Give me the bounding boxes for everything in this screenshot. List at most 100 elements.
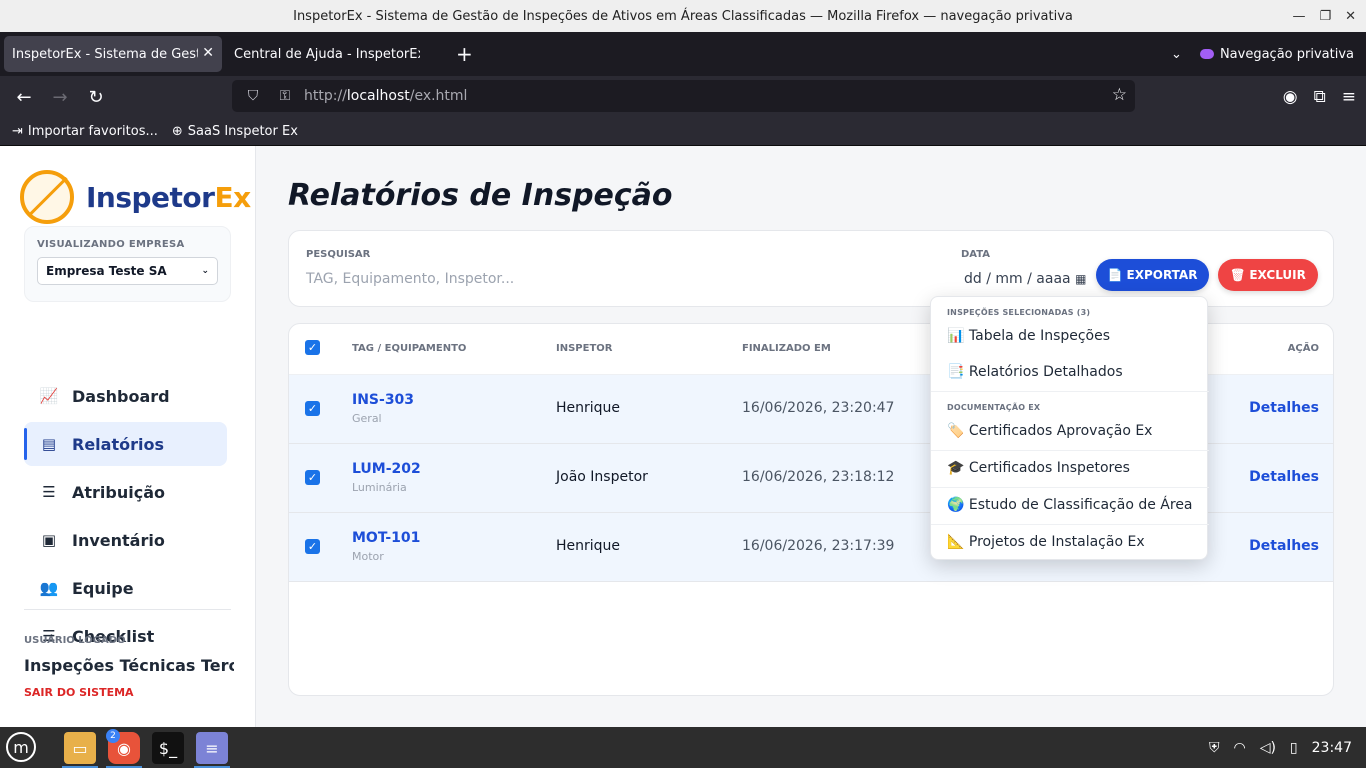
browser-tab-active[interactable]: InspetorEx - Sistema de Gestão de Inspeç… [4,36,222,72]
column-header: AÇÃO [1287,343,1319,354]
close-icon[interactable]: ✕ [1345,9,1356,24]
browser-tabbar: InspetorEx - Sistema de Gestão de Inspeç… [0,32,1366,76]
row-tag[interactable]: MOT-101 [352,530,420,546]
sidebar-item-inventario[interactable]: ▣ Inventário [24,518,227,562]
delete-button[interactable]: 🗑 EXCLUIR [1218,259,1318,291]
file-manager-icon[interactable]: ▭ [64,732,96,764]
row-finished: 16/06/2026, 23:20:47 [742,400,895,416]
start-menu-icon[interactable]: m [6,732,36,762]
ex-approval-certificates-item[interactable]: 🏷️ Certificados Aprovação Ex [947,423,1152,439]
logout-link[interactable]: SAIR DO SISTEMA [24,686,134,699]
dropdown-divider [931,487,1209,488]
dropdown-divider [931,450,1209,451]
sidebar-menu: 📈 Dashboard ▤ Relatórios ☰ Atribuição ▣ Inve… [24,374,227,662]
forward-icon[interactable]: → [42,87,78,108]
trash-icon: 🗑 [1230,268,1246,282]
battery-icon[interactable]: ▯ [1290,740,1298,756]
page-title: Relatórios de Inspeção [288,178,673,213]
user-label: USUÁRIO LOGADO [24,635,126,646]
search-label: PESQUISAR [306,249,371,260]
sidebar-item-relatorios[interactable]: ▤ Relatórios [24,422,227,466]
terminal-icon[interactable]: $_ [152,732,184,764]
date-label: DATA [961,249,991,260]
row-type: Geral [352,412,382,425]
company-selector-box: VISUALIZANDO EMPRESA Empresa Teste SA ⌄ [24,226,231,302]
company-label: VISUALIZANDO EMPRESA [37,239,185,250]
tab-close-icon[interactable]: ✕ [202,45,214,61]
reload-icon[interactable]: ↻ [78,87,114,108]
calendar-icon[interactable]: ▦ [1075,272,1086,286]
row-inspector: João Inspetor [556,469,648,485]
export-inspections-table-item[interactable]: 📊 Tabela de Inspeções [947,328,1110,344]
row-tag[interactable]: LUM-202 [352,461,421,477]
row-checkbox[interactable]: ✓ [305,470,320,485]
private-label: Navegação privativa [1219,46,1354,62]
browser-tab[interactable]: Central de Ajuda - InspetorEx [226,36,444,72]
details-link[interactable]: Detalhes [1249,400,1319,416]
bookmark-saas[interactable]: ⊕ SaaS Inspetor Ex [172,124,298,139]
chart-line-icon: 📈 [39,387,59,405]
row-inspector: Henrique [556,538,621,554]
back-icon[interactable]: ← [6,87,42,108]
sidebar-divider [24,609,231,610]
dropdown-section-header: INSPEÇÕES SELECIONADAS (3) [947,308,1091,317]
tab-label: InspetorEx - Sistema de Gestão de Inspeç… [12,46,198,62]
account-icon[interactable]: ◉ [1283,87,1298,107]
window-titlebar: InspetorEx - Sistema de Gestão de Inspeç… [0,0,1366,32]
column-header: INSPETOR [556,343,613,354]
minimize-icon[interactable]: — [1292,9,1305,24]
row-tag[interactable]: INS-303 [352,392,414,408]
url-text[interactable]: http://localhost/ex.html [304,88,467,104]
details-link[interactable]: Detalhes [1249,469,1319,485]
url-bar[interactable]: ⛉ ⚿ http://localhost/ex.html ☆ [232,80,1135,112]
sidebar: InspetorEx VISUALIZANDO EMPRESA Empresa … [0,146,256,727]
company-select[interactable]: Empresa Teste SA ⌄ [37,257,218,285]
menu-icon[interactable]: ≡ [1342,87,1356,107]
boxes-icon: ▣ [41,531,57,549]
extensions-icon[interactable]: ⧉ [1314,87,1326,107]
window-title: InspetorEx - Sistema de Gestão de Inspeç… [293,8,1073,24]
bookmark-star-icon[interactable]: ☆ [1112,85,1127,105]
select-all-checkbox[interactable]: ✓ [305,340,320,355]
export-detailed-reports-item[interactable]: 📑 Relatórios Detalhados [947,364,1123,380]
date-input[interactable]: dd / mm / aaaa ▦ [964,271,1086,287]
user-name: Inspeções Técnicas Terce... [24,656,234,675]
shield-tray-icon[interactable]: ⛨ [1209,740,1220,756]
area-classification-study-item[interactable]: 🌍 Estudo de Classificação de Área [947,497,1193,513]
shield-icon[interactable]: ⛉ [242,88,264,104]
volume-icon[interactable]: ◁) [1260,740,1276,756]
row-type: Motor [352,550,384,563]
import-icon: ⇥ [12,124,23,139]
row-finished: 16/06/2026, 23:17:39 [742,538,895,554]
ex-installation-projects-item[interactable]: 📐 Projetos de Instalação Ex [947,534,1145,550]
sidebar-item-dashboard[interactable]: 📈 Dashboard [24,374,227,418]
wifi-icon[interactable]: ◠ [1233,740,1245,756]
firefox-badge: 2 [106,729,120,743]
export-dropdown-menu: INSPEÇÕES SELECIONADAS (3) 📊 Tabela de I… [930,296,1209,560]
text-editor-icon[interactable]: ≡ [196,732,228,764]
dropdown-divider [931,391,1209,392]
bookmark-import[interactable]: ⇥ Importar favoritos... [12,124,158,139]
search-input[interactable]: TAG, Equipamento, Inspetor... [306,271,514,287]
globe-icon: ⊕ [171,124,183,139]
dropdown-section-header: DOCUMENTAÇÃO EX [947,403,1041,412]
clock[interactable]: 23:47 [1312,740,1352,756]
private-mask-icon [1199,49,1214,59]
app-logo[interactable]: InspetorEx [20,170,251,224]
details-link[interactable]: Detalhes [1249,538,1319,554]
column-header: TAG / EQUIPAMENTO [352,343,467,354]
row-checkbox[interactable]: ✓ [305,401,320,416]
export-button[interactable]: 📄 EXPORTAR [1096,259,1209,291]
inspector-certificates-item[interactable]: 🎓 Certificados Inspetores [947,460,1130,476]
key-icon[interactable]: ⚿ [274,88,296,104]
sidebar-item-atribuicao[interactable]: ☰ Atribuição [24,470,227,514]
sidebar-item-equipe[interactable]: 👥 Equipe [24,566,227,610]
document-icon: 📄 [1107,268,1123,282]
tab-list-chevron-icon[interactable]: ⌄ [1171,47,1182,62]
file-icon: ▤ [41,435,57,453]
system-tray: ⛨ ◠ ◁) ▯ 23:47 [1209,727,1352,768]
new-tab-icon[interactable]: + [456,42,473,66]
row-checkbox[interactable]: ✓ [305,539,320,554]
maximize-icon[interactable]: ❐ [1319,9,1331,24]
column-header: FINALIZADO EM [742,343,831,354]
